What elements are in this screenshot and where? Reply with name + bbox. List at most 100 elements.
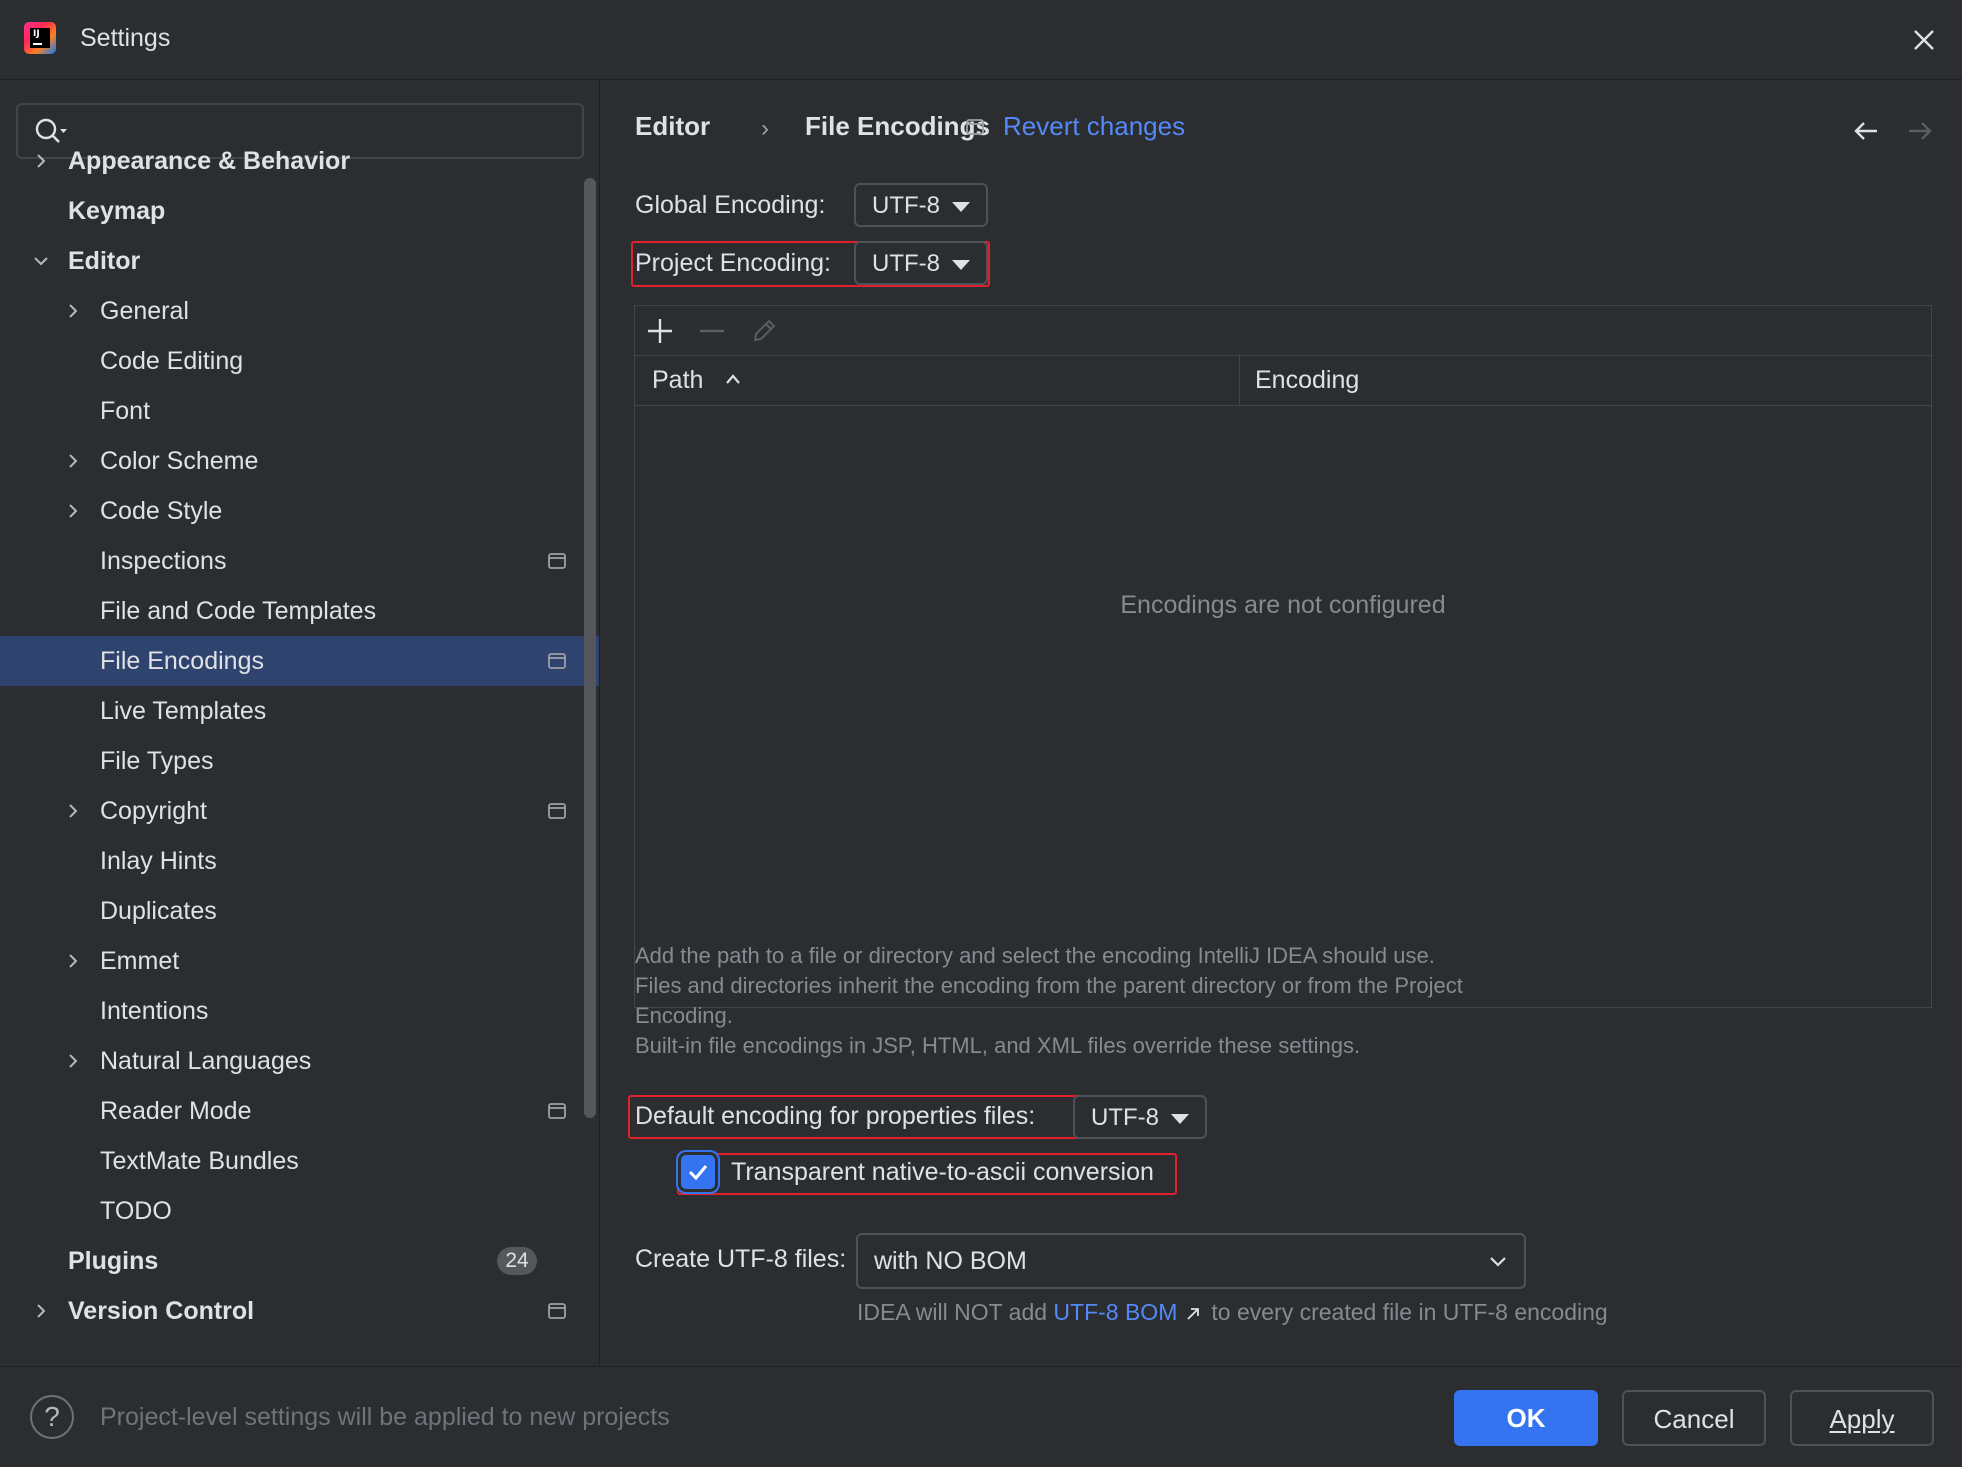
help-button[interactable]: ? (30, 1395, 74, 1439)
ok-button[interactable]: OK (1454, 1390, 1598, 1446)
sidebar-item-code-editing[interactable]: Code Editing (0, 336, 599, 386)
chevron-down-icon (1488, 1255, 1508, 1269)
chevron-right-icon[interactable] (32, 1302, 50, 1320)
sidebar-item-label: File and Code Templates (100, 597, 377, 625)
file-encodings-panel: Editor › File Encodings Revert changes G… (601, 81, 1962, 1366)
table-header: Path Encoding (635, 356, 1931, 406)
project-level-icon (966, 119, 984, 135)
sidebar-item-keymap[interactable]: Keymap (0, 186, 599, 236)
sidebar-item-label: Emmet (100, 947, 180, 975)
sidebar-item-plugins[interactable]: Plugins 24 (0, 1236, 599, 1286)
external-link-icon[interactable] (1185, 1301, 1201, 1320)
sidebar-item-label: Inlay Hints (100, 847, 217, 875)
column-divider[interactable] (1239, 356, 1240, 406)
sidebar-item-color-scheme[interactable]: Color Scheme (0, 436, 599, 486)
sidebar-scrollbar[interactable] (584, 178, 596, 1118)
create-utf8-combo[interactable]: with NO BOM (856, 1233, 1526, 1289)
sidebar-item-label: Reader Mode (100, 1097, 252, 1125)
chevron-right-icon[interactable] (64, 802, 82, 820)
plugins-updates-badge: 24 (497, 1247, 537, 1275)
hint-line: Encoding. (635, 1003, 733, 1028)
chevron-right-icon[interactable] (32, 152, 50, 170)
sidebar-item-code-style[interactable]: Code Style (0, 486, 599, 536)
utf8-bom-link[interactable]: UTF-8 BOM (1053, 1299, 1177, 1325)
sidebar-item-label: Appearance & Behavior (68, 147, 351, 175)
sidebar-item-live-templates[interactable]: Live Templates (0, 686, 599, 736)
global-encoding-combo[interactable]: UTF-8 (854, 183, 988, 227)
hint-line: Files and directories inherit the encodi… (635, 973, 1463, 998)
sidebar-item-version-control[interactable]: Version Control (0, 1286, 599, 1336)
chevron-right-icon[interactable] (64, 952, 82, 970)
sidebar-item-appearance-behavior[interactable]: Appearance & Behavior (0, 136, 599, 186)
sidebar-item-file-encodings[interactable]: File Encodings (0, 636, 599, 686)
edit-icon[interactable] (747, 314, 781, 348)
sidebar-item-inlay-hints[interactable]: Inlay Hints (0, 836, 599, 886)
back-arrow-icon[interactable] (1851, 119, 1881, 143)
sidebar-item-textmate-bundles[interactable]: TextMate Bundles (0, 1136, 599, 1186)
forward-arrow-icon[interactable] (1905, 119, 1935, 143)
properties-encoding-value: UTF-8 (1091, 1104, 1159, 1131)
sidebar-item-label: Copyright (100, 797, 207, 825)
create-utf8-value: with NO BOM (874, 1247, 1027, 1275)
sidebar-item-font[interactable]: Font (0, 386, 599, 436)
dropdown-arrow-icon (1171, 1114, 1189, 1124)
chevron-right-icon[interactable] (64, 302, 82, 320)
project-level-icon (548, 1103, 566, 1119)
sidebar-item-label: Version Control (68, 1297, 255, 1325)
sidebar-item-label: Code Editing (100, 347, 244, 375)
sidebar-item-label: TODO (100, 1197, 172, 1225)
cancel-button[interactable]: Cancel (1622, 1390, 1766, 1446)
sidebar-item-todo[interactable]: TODO (0, 1186, 599, 1236)
project-encoding-label: Project Encoding: (635, 249, 831, 277)
sidebar-item-duplicates[interactable]: Duplicates (0, 886, 599, 936)
sidebar-item-editor[interactable]: Editor (0, 236, 599, 286)
close-icon[interactable] (1904, 20, 1944, 60)
breadcrumb-file-encodings: File Encodings (805, 111, 990, 141)
sidebar-item-label: Font (100, 397, 151, 425)
chevron-right-icon[interactable] (64, 452, 82, 470)
chevron-right-icon[interactable] (64, 1052, 82, 1070)
sort-ascending-icon[interactable] (723, 371, 743, 387)
sidebar-item-copyright[interactable]: Copyright (0, 786, 599, 836)
sidebar-item-label: Live Templates (100, 697, 267, 725)
sidebar-item-reader-mode[interactable]: Reader Mode (0, 1086, 599, 1136)
sidebar-item-label: File Types (100, 747, 214, 775)
column-header-encoding[interactable]: Encoding (1255, 366, 1359, 395)
apply-button[interactable]: Apply (1790, 1390, 1934, 1446)
sidebar-item-label: Duplicates (100, 897, 217, 925)
add-icon[interactable] (643, 314, 677, 348)
sidebar-item-inspections[interactable]: Inspections (0, 536, 599, 586)
sidebar-item-label: Inspections (100, 547, 227, 575)
breadcrumb-editor[interactable]: Editor (635, 111, 710, 142)
dropdown-arrow-icon (952, 202, 970, 212)
chevron-right-icon[interactable] (64, 502, 82, 520)
revert-changes-link[interactable]: Revert changes (1003, 111, 1185, 142)
global-encoding-value: UTF-8 (872, 192, 940, 219)
sidebar-item-label: Intentions (100, 997, 209, 1025)
sidebar-item-file-and-code-templates[interactable]: File and Code Templates (0, 586, 599, 636)
sidebar-item-emmet[interactable]: Emmet (0, 936, 599, 986)
native-to-ascii-checkbox[interactable] (681, 1155, 715, 1189)
chevron-down-icon[interactable] (32, 252, 50, 270)
global-encoding-label: Global Encoding: (635, 191, 826, 219)
project-encoding-combo[interactable]: UTF-8 (854, 241, 988, 285)
properties-encoding-label: Default encoding for properties files: (635, 1102, 1036, 1130)
native-to-ascii-label[interactable]: Transparent native-to-ascii conversion (731, 1158, 1154, 1187)
sidebar-item-natural-languages[interactable]: Natural Languages (0, 1036, 599, 1086)
sidebar-item-label: Code Style (100, 497, 223, 525)
sidebar-item-label: Editor (68, 247, 141, 275)
window-title: Settings (80, 24, 171, 52)
sidebar-item-label: General (100, 297, 189, 325)
remove-icon[interactable] (695, 314, 729, 348)
hint-line: Built-in file encodings in JSP, HTML, an… (635, 1033, 1361, 1058)
project-level-icon (548, 653, 566, 669)
bom-hint: IDEA will NOT add UTF-8 BOM to every crea… (857, 1299, 1608, 1326)
table-toolbar (635, 306, 1931, 356)
project-level-icon (548, 553, 566, 569)
properties-encoding-combo[interactable]: UTF-8 (1073, 1095, 1207, 1139)
sidebar-item-intentions[interactable]: Intentions (0, 986, 599, 1036)
sidebar-item-file-types[interactable]: File Types (0, 736, 599, 786)
sidebar-item-label: File Encodings (100, 647, 264, 675)
sidebar-item-general[interactable]: General (0, 286, 599, 336)
column-header-path[interactable]: Path (652, 366, 703, 395)
